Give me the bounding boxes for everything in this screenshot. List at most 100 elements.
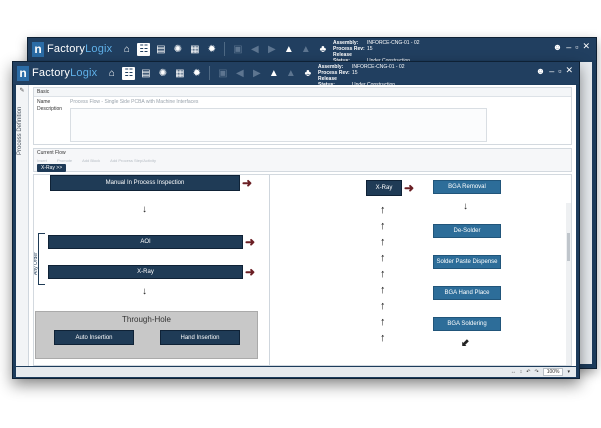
user-icon[interactable]: ☻ — [536, 66, 545, 76]
flow-step-hand-insertion[interactable]: Hand Insertion — [160, 330, 240, 345]
close-icon[interactable]: ✕ — [565, 65, 573, 76]
basic-section-title: Basic — [34, 88, 571, 97]
up-arrow-icon: ↑ — [380, 316, 386, 328]
back-icon[interactable]: ◀ — [233, 67, 246, 80]
description-label: Description — [37, 106, 63, 112]
app-logo: n FactoryLogix — [17, 64, 97, 82]
diagonal-arrow-icon: ⬋ — [461, 338, 470, 349]
restore-icon[interactable]: ▫ — [558, 66, 561, 76]
up-arrow-icon: ↑ — [380, 284, 386, 296]
tree-icon[interactable]: ♣ — [301, 67, 314, 80]
xray-breadcrumb-chip[interactable]: X-Ray >> — [37, 164, 67, 172]
branch-option-solder-paste[interactable]: Solder Paste Dispense — [433, 255, 501, 269]
gear-icon[interactable]: ✹ — [190, 67, 203, 80]
branch-option-de-solder[interactable]: De-Solder — [433, 224, 501, 238]
flow-step-aoi[interactable]: AOI — [48, 235, 243, 249]
main-content: ✎ Process Definition Basic Name Process … — [16, 85, 576, 366]
forward-icon[interactable]: ▶ — [265, 43, 278, 56]
any-order-label: Any Order — [33, 252, 39, 275]
document-icon[interactable]: ▤ — [139, 67, 152, 80]
report-icon[interactable]: ▦ — [188, 43, 201, 56]
zoom-level[interactable]: 100% — [542, 368, 564, 376]
route-icon[interactable]: ☷ — [137, 42, 151, 56]
gear-icon[interactable]: ✹ — [205, 43, 218, 56]
up-arrow-icon: ↑ — [380, 300, 386, 312]
up-arrow-icon: ↑ — [380, 220, 386, 232]
branch-option-bga-removal[interactable]: BGA Removal — [433, 180, 501, 194]
branch-option-bga-soldering[interactable]: BGA Soldering — [433, 317, 501, 331]
flow-tool-insert[interactable]: Insert — [37, 158, 47, 163]
back-user-area: ☻ – ▫ ✕ — [553, 41, 590, 52]
flow-step-xray[interactable]: X-Ray — [48, 265, 243, 279]
down-arrow-icon: ↓ — [463, 201, 468, 212]
tree-icon[interactable]: ♣ — [316, 43, 329, 56]
toolbar-separator — [224, 42, 226, 56]
side-rail: ✎ Process Definition — [16, 85, 29, 366]
logo-text-a: Factory — [32, 67, 71, 79]
flow-step-auto-insertion[interactable]: Auto Insertion — [54, 330, 134, 345]
front-window-titlebar: n FactoryLogix ⌂ ☷ ▤ ✺ ▦ ✹ ▣ ◀ ▶ ▲ ▲ ♣ A… — [13, 62, 579, 88]
vertical-scrollbar[interactable] — [566, 203, 571, 365]
branch-arrow-icon[interactable]: ➜ — [245, 236, 255, 248]
flow-toolbar: Insert Promote Add Block Add Process Ste… — [34, 157, 571, 164]
lock-open-icon[interactable]: ▲ — [284, 67, 297, 80]
close-icon[interactable]: ✕ — [582, 41, 590, 52]
save-icon[interactable]: ▣ — [216, 67, 229, 80]
current-flow-header: Current Flow Insert Promote Add Block Ad… — [33, 148, 572, 172]
fit-width-icon[interactable]: ↔ — [511, 369, 516, 375]
branch-arrow-icon[interactable]: ➜ — [242, 177, 252, 189]
report-icon[interactable]: ▦ — [173, 67, 186, 80]
down-arrow-icon: ↓ — [142, 204, 147, 215]
up-arrow-icon: ↑ — [380, 268, 386, 280]
home-icon[interactable]: ⌂ — [120, 43, 133, 56]
branch-arrow-icon[interactable]: ➜ — [245, 266, 255, 278]
back-icon[interactable]: ◀ — [248, 43, 261, 56]
fit-height-icon[interactable]: ↕ — [520, 369, 523, 375]
lock-icon[interactable]: ▲ — [282, 43, 295, 56]
pin-icon[interactable]: ✎ — [16, 87, 28, 94]
flow-tool-add-block[interactable]: Add Block — [82, 158, 100, 163]
toolbar-separator — [209, 66, 211, 80]
home-icon[interactable]: ⌂ — [105, 67, 118, 80]
network-icon[interactable]: ✺ — [156, 67, 169, 80]
branch-origin-xray[interactable]: X-Ray — [366, 180, 402, 196]
redo-icon[interactable]: ↷ — [534, 369, 538, 375]
lock-icon[interactable]: ▲ — [267, 67, 280, 80]
down-arrow-icon: ↓ — [142, 286, 147, 297]
flow-step-manual-inspection[interactable]: Manual In Process Inspection — [50, 175, 240, 191]
scrollbar-thumb[interactable] — [567, 233, 570, 261]
logo-text: FactoryLogix — [47, 43, 112, 55]
logo-mark: n — [17, 65, 29, 81]
user-icon[interactable]: ☻ — [553, 42, 562, 52]
forward-icon[interactable]: ▶ — [250, 67, 263, 80]
app-logo: n FactoryLogix — [32, 40, 112, 58]
branch-arrow-icon: ➜ — [404, 181, 415, 195]
zoom-dropdown-icon[interactable]: ▾ — [567, 369, 570, 375]
logo-text-b: Logix — [85, 43, 113, 55]
save-icon[interactable]: ▣ — [231, 43, 244, 56]
branch-option-bga-hand-place[interactable]: BGA Hand Place — [433, 286, 501, 300]
minimize-icon[interactable]: – — [566, 42, 571, 52]
logo-text: FactoryLogix — [32, 67, 97, 79]
front-user-area: ☻ – ▫ ✕ — [536, 65, 573, 76]
up-arrow-icon: ↑ — [380, 236, 386, 248]
route-icon[interactable]: ☷ — [122, 66, 136, 80]
assembly-value: INFORCE-CNG-01 - 02 — [367, 40, 420, 46]
restore-icon[interactable]: ▫ — [575, 42, 578, 52]
network-icon[interactable]: ✺ — [171, 43, 184, 56]
undo-icon[interactable]: ↶ — [526, 369, 530, 375]
through-hole-group[interactable]: Through-Hole Auto Insertion Hand Inserti… — [35, 311, 258, 359]
name-field[interactable]: Process Flow - Single Side PCBA with Mac… — [70, 99, 198, 105]
screenshot-stage: n FactoryLogix ⌂ ☷ ▤ ✺ ▦ ✹ ▣ ◀ ▶ ▲ ▲ ♣ A… — [0, 0, 601, 428]
pane-divider[interactable] — [269, 175, 270, 365]
document-icon[interactable]: ▤ — [154, 43, 167, 56]
logo-text-a: Factory — [47, 43, 86, 55]
description-field[interactable] — [70, 108, 487, 142]
flow-canvas: Manual In Process Inspection ➜ ↓ Any Ord… — [33, 174, 572, 366]
side-rail-label[interactable]: Process Definition — [17, 107, 23, 155]
minimize-icon[interactable]: – — [549, 66, 554, 76]
flow-tool-promote[interactable]: Promote — [57, 158, 72, 163]
lock-open-icon[interactable]: ▲ — [299, 43, 312, 56]
flow-tool-add-step[interactable]: Add Process Step/Activity — [110, 158, 156, 163]
up-arrow-icon: ↑ — [380, 332, 386, 344]
